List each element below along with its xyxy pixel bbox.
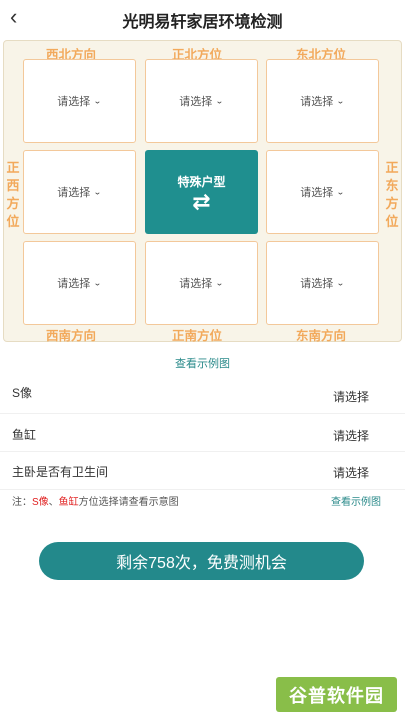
option-row-master-bath[interactable]: 主卧是否有卫生间 请选择: [0, 452, 405, 490]
chevron-down-icon: ⌄: [336, 278, 345, 288]
selection-note: 注：S像、鱼缸方位选择请查看示意图: [12, 493, 179, 508]
cell-northeast-select[interactable]: 请选择 ⌄: [266, 59, 379, 143]
chevron-down-icon: ⌄: [93, 96, 102, 106]
chevron-down-icon: ⌄: [336, 96, 345, 106]
chevron-down-icon: ⌄: [93, 187, 102, 197]
swap-arrows-icon: ⇄: [192, 188, 211, 214]
note-view-example-link[interactable]: 查看示例图: [331, 493, 381, 508]
cell-placeholder: 请选择: [179, 278, 213, 290]
cell-east-select[interactable]: 请选择 ⌄: [266, 150, 379, 234]
direction-label-east: 正东方位: [385, 160, 399, 229]
app-header: ‹ 光明易轩家居环境检测: [0, 0, 405, 36]
chevron-down-icon: ⌄: [336, 187, 345, 197]
cell-north-select[interactable]: 请选择 ⌄: [145, 59, 258, 143]
note-highlight: S像: [32, 497, 49, 508]
note-text: 方位选择请查看示意图: [78, 497, 179, 508]
direction-label-south: 正南方位: [172, 329, 223, 343]
special-layout-button[interactable]: 特殊户型 ⇄: [145, 150, 258, 234]
cell-placeholder: 请选择: [57, 187, 91, 199]
cell-south-select[interactable]: 请选择 ⌄: [145, 241, 258, 325]
option-row-s-shape[interactable]: S像 请选择: [0, 376, 405, 414]
row-label: 鱼缸: [12, 428, 37, 442]
cell-northwest-select[interactable]: 请选择 ⌄: [23, 59, 136, 143]
direction-label-southwest: 西南方向: [46, 329, 97, 343]
cell-placeholder: 请选择: [57, 96, 91, 108]
compass-board: 西北方向 正北方位 东北方位 正西方位 正东方位 西南方向 正南方位 东南方向 …: [3, 40, 402, 343]
row-label: S像: [12, 386, 33, 400]
note-highlight: 鱼缸: [58, 497, 79, 508]
note-separator: 、: [48, 497, 59, 508]
cell-placeholder: 请选择: [300, 187, 334, 199]
chevron-down-icon: ⌄: [215, 278, 224, 288]
note-prefix: 注：: [12, 497, 32, 508]
chevron-down-icon: ⌄: [93, 278, 102, 288]
row-label: 主卧是否有卫生间: [12, 465, 109, 479]
cell-placeholder: 请选择: [300, 96, 334, 108]
cell-placeholder: 请选择: [57, 278, 91, 290]
cell-southwest-select[interactable]: 请选择 ⌄: [23, 241, 136, 325]
cell-west-select[interactable]: 请选择 ⌄: [23, 150, 136, 234]
view-example-link[interactable]: 查看示例图: [0, 355, 405, 371]
direction-label-west: 正西方位: [6, 160, 20, 229]
row-select-value[interactable]: 请选择: [333, 388, 369, 405]
chevron-down-icon: ⌄: [215, 96, 224, 106]
direction-label-southeast: 东南方向: [296, 329, 347, 343]
cell-southeast-select[interactable]: 请选择 ⌄: [266, 241, 379, 325]
option-row-fish-tank[interactable]: 鱼缸 请选择: [0, 414, 405, 452]
watermark-logo: 谷普软件园: [276, 677, 397, 712]
row-select-value[interactable]: 请选择: [333, 427, 369, 444]
special-layout-label: 特殊户型: [177, 174, 226, 189]
cell-placeholder: 请选择: [300, 278, 334, 290]
row-select-value[interactable]: 请选择: [333, 464, 369, 481]
page-title: 光明易轩家居环境检测: [122, 14, 283, 31]
free-test-button[interactable]: 剩余758次，免费测机会: [39, 542, 364, 580]
cell-placeholder: 请选择: [179, 96, 213, 108]
